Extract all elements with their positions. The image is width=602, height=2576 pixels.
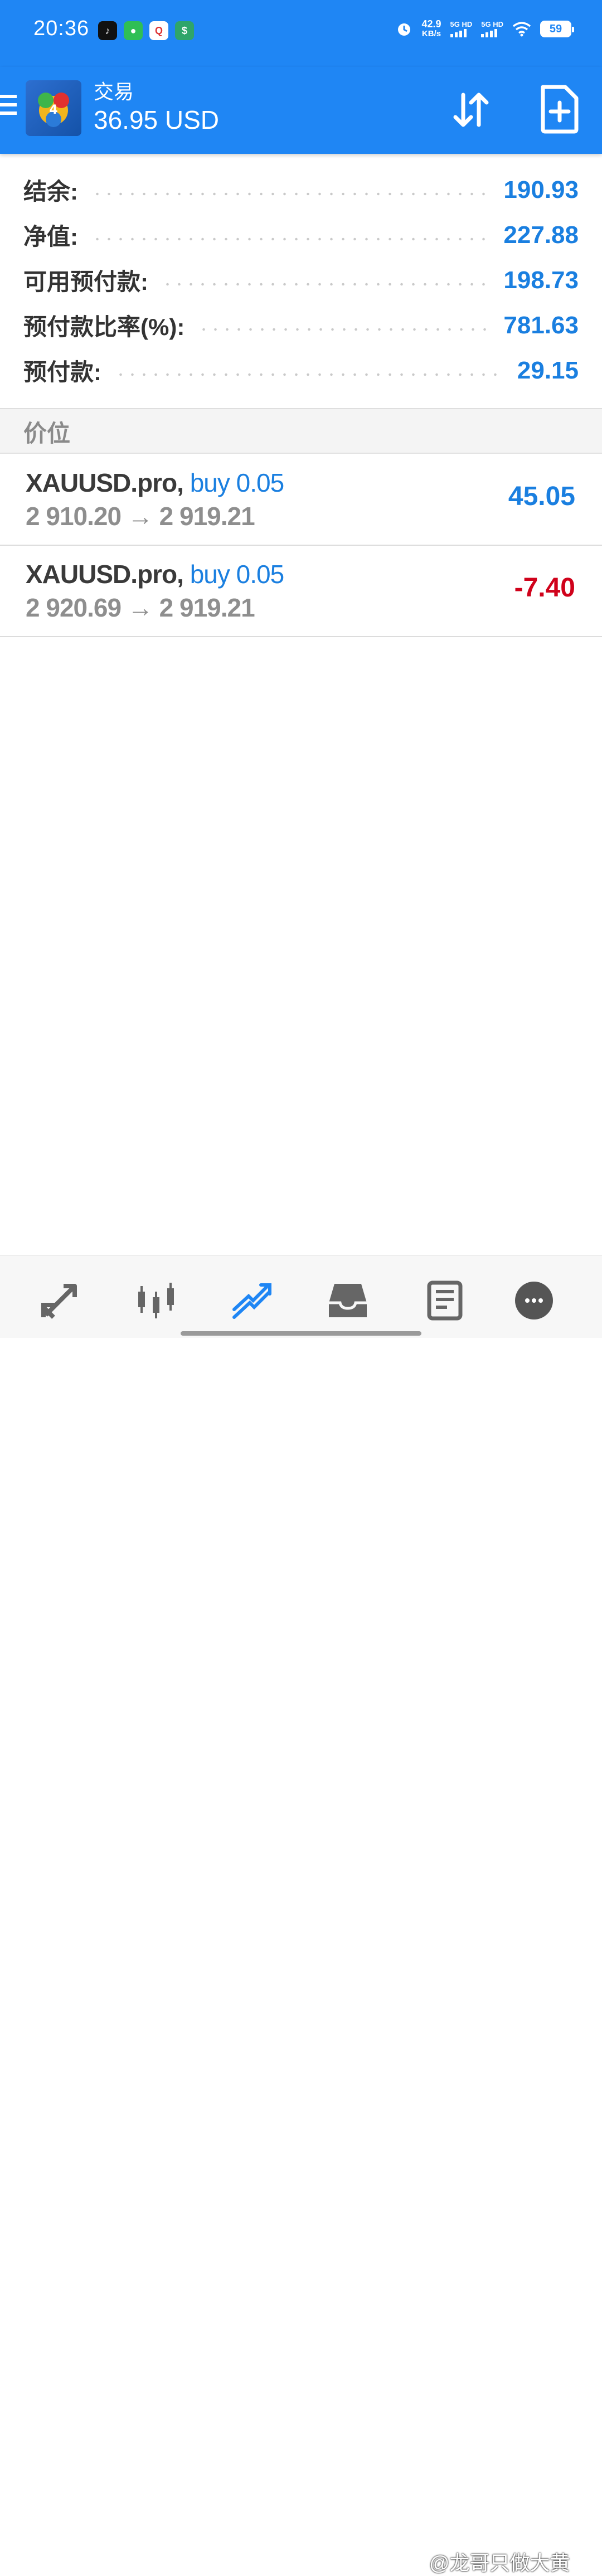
equity-row: 净值: 227.88: [0, 212, 602, 258]
margin-level-label: 预付款比率(%):: [23, 314, 185, 340]
new-document-icon: [541, 85, 579, 134]
free-margin-value: 198.73: [503, 266, 579, 294]
sim2-signal: 5G HD: [481, 21, 503, 37]
position-action: buy 0.05: [190, 468, 284, 497]
status-bar: 20:36 ♪ ● Q $ 42.9 KB/s 5G HD 5G HD 59: [0, 0, 602, 67]
account-summary: 结余: 190.93 净值: 227.88 可用预付款: 198.73 预付款比…: [0, 167, 602, 393]
margin-label: 预付款:: [23, 359, 101, 385]
new-order-button[interactable]: [538, 85, 581, 134]
wechat-icon: ●: [124, 21, 143, 40]
sort-icon: [453, 93, 489, 127]
position-profit: -7.40: [514, 573, 575, 603]
position-profit: 45.05: [508, 482, 575, 511]
home-indicator[interactable]: [181, 1331, 421, 1336]
balance-row: 结余: 190.93: [0, 167, 602, 212]
tiktok-icon: ♪: [98, 21, 117, 40]
margin-value: 29.15: [517, 356, 579, 384]
margin-level-row: 预付款比率(%): 781.63: [0, 303, 602, 348]
security-app-icon: Q: [149, 21, 168, 40]
app-toolbar: 4 交易 36.95 USD: [0, 67, 602, 154]
margin-level-value: 781.63: [503, 311, 579, 339]
status-time: 20:36: [33, 17, 90, 40]
position-row[interactable]: XAUUSD.pro, buy 0.05 2 910.20 → 2 919.21…: [0, 454, 602, 546]
news-icon: [427, 1280, 463, 1321]
menu-icon[interactable]: [0, 95, 19, 120]
dotted-leader: [115, 372, 504, 376]
metatrader-logo-icon: 4: [26, 80, 81, 136]
nav-news[interactable]: [421, 1278, 472, 1323]
wifi-icon: [512, 22, 531, 37]
nav-history[interactable]: [326, 1278, 376, 1323]
margin-row: 预付款: 29.15: [0, 348, 602, 393]
position-row[interactable]: XAUUSD.pro, buy 0.05 2 920.69 → 2 919.21…: [0, 546, 602, 637]
network-speed: 42.9 KB/s: [421, 18, 441, 38]
equity-value: 227.88: [503, 221, 579, 249]
position-prices: 2 920.69 → 2 919.21: [26, 593, 255, 622]
alarm-icon: [398, 23, 411, 36]
nav-messages[interactable]: [512, 1278, 562, 1323]
position-action: buy 0.05: [190, 560, 284, 589]
profit-summary: 36.95 USD: [94, 105, 220, 134]
position-prices: 2 910.20 → 2 919.21: [26, 502, 255, 531]
nav-chart[interactable]: [134, 1278, 184, 1323]
balance-label: 结余:: [23, 178, 78, 205]
signal-bars-icon: [450, 28, 467, 37]
free-margin-row: 可用预付款: 198.73: [0, 258, 602, 303]
history-icon: [329, 1284, 367, 1317]
sim1-signal: 5G HD: [450, 21, 472, 37]
dotted-leader: [162, 282, 491, 286]
svg-text:4: 4: [49, 103, 57, 117]
page-title: 交易: [94, 80, 134, 103]
trade-icon: [232, 1283, 271, 1319]
positions-section-header: 价位: [0, 408, 602, 454]
notification-icons: ♪ ● Q $: [98, 21, 194, 40]
chart-icon: [138, 1283, 174, 1318]
positions-list: XAUUSD.pro, buy 0.05 2 910.20 → 2 919.21…: [0, 454, 602, 637]
equity-label: 净值:: [23, 224, 78, 250]
balance-value: 190.93: [503, 176, 579, 203]
nav-trade[interactable]: [230, 1278, 280, 1323]
position-symbol: XAUUSD.pro,: [26, 560, 184, 589]
watermark-text: @龙哥只做大黄: [429, 2551, 570, 2574]
nav-quotes[interactable]: [38, 1278, 88, 1323]
position-header: XAUUSD.pro, buy 0.05: [26, 468, 284, 498]
dotted-leader: [91, 237, 491, 241]
sort-button[interactable]: [449, 88, 493, 133]
quotes-icon: [41, 1284, 77, 1319]
bank-app-icon: $: [175, 21, 194, 40]
signal-bars-icon: [481, 28, 498, 37]
position-header: XAUUSD.pro, buy 0.05: [26, 559, 284, 589]
free-margin-label: 可用预付款:: [23, 269, 148, 295]
position-symbol: XAUUSD.pro,: [26, 468, 184, 497]
dotted-leader: [198, 327, 491, 331]
battery-indicator: 59: [540, 21, 574, 37]
messages-icon: [515, 1282, 553, 1319]
section-title: 价位: [23, 420, 71, 447]
dotted-leader: [91, 192, 491, 196]
bottom-navigation: @龙哥只做大黄: [0, 1255, 602, 2574]
